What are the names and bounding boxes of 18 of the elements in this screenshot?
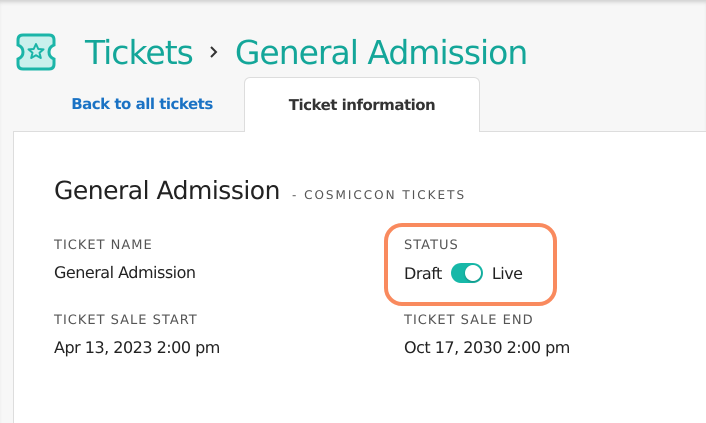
toggle-label: Draft	[404, 264, 442, 282]
tab[interactable]: Back to all tickets	[40, 77, 244, 131]
field-value: Apr 13, 2023 2:00 pm	[54, 338, 221, 357]
chevron-icon	[208, 45, 219, 59]
ticket-icon	[15, 32, 57, 72]
field-label: TICKET SALE END	[404, 313, 535, 328]
field-label: TICKET NAME	[54, 238, 154, 253]
field-label: STATUS	[404, 238, 460, 253]
breadcrumb-item: General Admission	[234, 32, 528, 72]
card-title: General Admission	[54, 176, 280, 205]
card-subtitle: - COSMICCON TICKETS	[292, 188, 466, 202]
status-toggle[interactable]	[450, 263, 483, 283]
field-value: General Admission	[54, 263, 197, 282]
tab[interactable]: Ticket information	[244, 77, 480, 132]
field-label: TICKET SALE START	[54, 313, 199, 328]
breadcrumb-item[interactable]: Tickets	[85, 32, 193, 72]
field-value: Oct 17, 2030 2:00 pm	[404, 338, 571, 357]
toggle-label: Live	[492, 264, 522, 282]
